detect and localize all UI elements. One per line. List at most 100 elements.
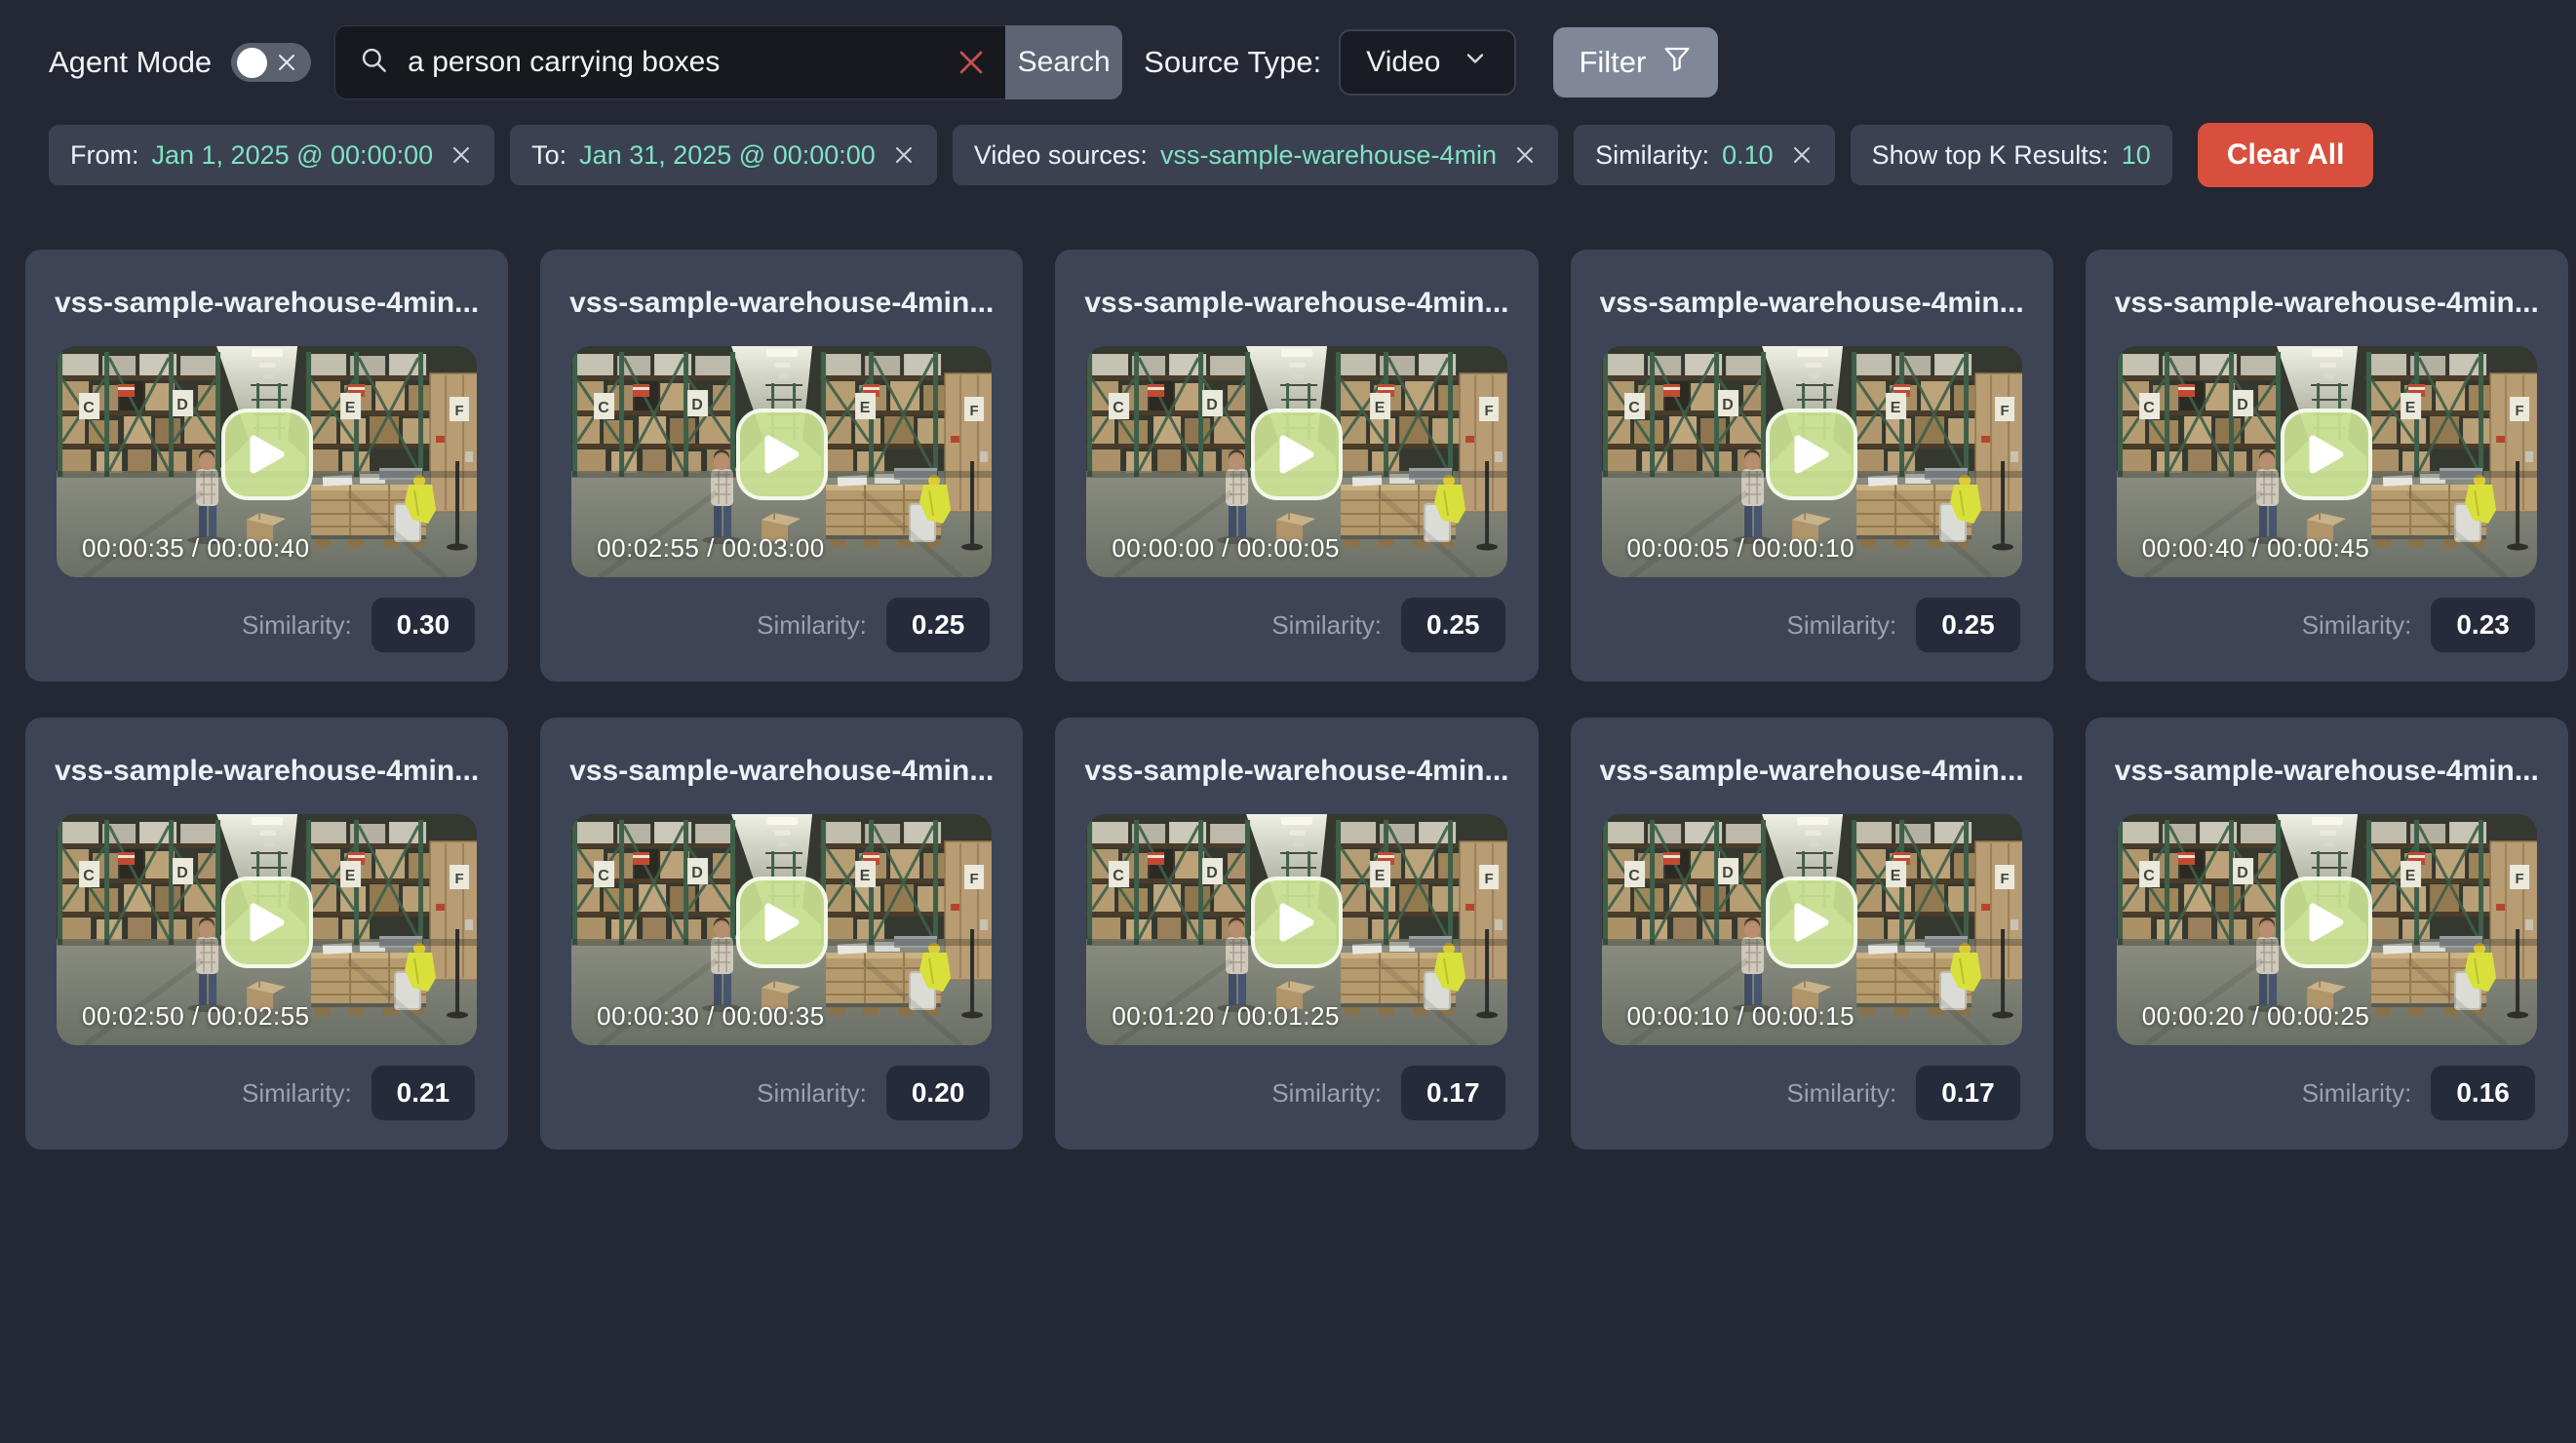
similarity-row: Similarity: 0.16 xyxy=(2302,1066,2535,1120)
timecode-overlay: 00:00:20 / 00:00:25 xyxy=(2142,1001,2370,1032)
similarity-row: Similarity: 0.21 xyxy=(242,1066,475,1120)
video-thumbnail[interactable]: 00:00:00 / 00:00:05 xyxy=(1086,346,1506,577)
play-icon xyxy=(2308,434,2345,475)
filter-chip: Similarity: 0.10 xyxy=(1574,125,1835,185)
play-button[interactable] xyxy=(736,409,828,500)
filter-chip-value: Jan 31, 2025 @ 00:00:00 xyxy=(579,140,876,171)
video-title: vss-sample-warehouse-4min... xyxy=(2115,286,2539,321)
video-thumbnail[interactable]: 00:00:30 / 00:00:35 xyxy=(571,814,992,1045)
search-input-box xyxy=(334,25,1005,99)
similarity-score-badge: 0.30 xyxy=(371,598,476,652)
video-result-card[interactable]: vss-sample-warehouse-4min... 00:00:00 / … xyxy=(1055,250,1538,682)
video-result-card[interactable]: vss-sample-warehouse-4min... 00:00:05 / … xyxy=(1571,250,2053,682)
similarity-label: Similarity: xyxy=(757,1078,867,1109)
similarity-score-badge: 0.25 xyxy=(1401,598,1505,652)
funnel-icon xyxy=(1661,43,1693,82)
video-title: vss-sample-warehouse-4min... xyxy=(569,754,994,789)
play-icon xyxy=(1793,434,1830,475)
similarity-row: Similarity: 0.30 xyxy=(242,598,475,652)
remove-filter-icon[interactable] xyxy=(449,143,473,167)
filter-chip-value: vss-sample-warehouse-4min xyxy=(1160,140,1497,171)
similarity-row: Similarity: 0.25 xyxy=(757,598,990,652)
play-button[interactable] xyxy=(1251,877,1343,968)
play-button[interactable] xyxy=(2281,877,2372,968)
video-thumbnail[interactable]: 00:00:05 / 00:00:10 xyxy=(1602,346,2022,577)
similarity-row: Similarity: 0.25 xyxy=(1271,598,1504,652)
remove-filter-icon[interactable] xyxy=(1790,143,1814,167)
clear-all-button[interactable]: Clear All xyxy=(2198,123,2374,187)
video-result-card[interactable]: vss-sample-warehouse-4min... 00:00:10 / … xyxy=(1571,718,2053,1150)
similarity-row: Similarity: 0.17 xyxy=(1271,1066,1504,1120)
video-result-card[interactable]: vss-sample-warehouse-4min... 00:00:30 / … xyxy=(540,718,1023,1150)
play-button[interactable] xyxy=(1251,409,1343,500)
search-button[interactable]: Search xyxy=(1005,25,1122,99)
filter-chip-label: Similarity: xyxy=(1595,140,1709,171)
similarity-score-badge: 0.20 xyxy=(886,1066,991,1120)
similarity-score-badge: 0.25 xyxy=(886,598,991,652)
similarity-row: Similarity: 0.20 xyxy=(757,1066,990,1120)
video-thumbnail[interactable]: 00:00:35 / 00:00:40 xyxy=(57,346,477,577)
play-icon xyxy=(1278,902,1315,943)
toggle-knob xyxy=(237,48,267,78)
play-button[interactable] xyxy=(1766,409,1857,500)
video-thumbnail[interactable]: 00:02:50 / 00:02:55 xyxy=(57,814,477,1045)
video-title: vss-sample-warehouse-4min... xyxy=(55,754,479,789)
timecode-overlay: 00:01:20 / 00:01:25 xyxy=(1112,1001,1340,1032)
filter-chip: To: Jan 31, 2025 @ 00:00:00 xyxy=(510,125,937,185)
filter-chip-value: 0.10 xyxy=(1722,140,1774,171)
clear-search-icon[interactable] xyxy=(956,48,986,77)
video-title: vss-sample-warehouse-4min... xyxy=(55,286,479,321)
similarity-label: Similarity: xyxy=(242,1078,352,1109)
video-thumbnail[interactable]: 00:01:20 / 00:01:25 xyxy=(1086,814,1506,1045)
play-icon xyxy=(2308,902,2345,943)
source-type-select[interactable]: Video xyxy=(1339,29,1516,96)
search-bar: Search xyxy=(334,25,1122,99)
search-input[interactable] xyxy=(408,46,939,79)
similarity-score-badge: 0.23 xyxy=(2431,598,2535,652)
video-title: vss-sample-warehouse-4min... xyxy=(569,286,994,321)
video-thumbnail[interactable]: 00:00:20 / 00:00:25 xyxy=(2117,814,2537,1045)
video-result-card[interactable]: vss-sample-warehouse-4min... 00:02:55 / … xyxy=(540,250,1023,682)
video-result-card[interactable]: vss-sample-warehouse-4min... 00:02:50 / … xyxy=(25,718,508,1150)
filter-button[interactable]: Filter xyxy=(1553,27,1718,98)
video-title: vss-sample-warehouse-4min... xyxy=(1084,286,1508,321)
similarity-row: Similarity: 0.25 xyxy=(1787,598,2020,652)
play-button[interactable] xyxy=(736,877,828,968)
similarity-score-badge: 0.17 xyxy=(1916,1066,2020,1120)
play-button[interactable] xyxy=(1766,877,1857,968)
play-button[interactable] xyxy=(221,877,313,968)
video-result-card[interactable]: vss-sample-warehouse-4min... 00:01:20 / … xyxy=(1055,718,1538,1150)
similarity-row: Similarity: 0.17 xyxy=(1787,1066,2020,1120)
play-icon xyxy=(763,902,800,943)
timecode-overlay: 00:02:55 / 00:03:00 xyxy=(597,533,825,564)
play-icon xyxy=(249,902,286,943)
video-thumbnail[interactable]: 00:00:40 / 00:00:45 xyxy=(2117,346,2537,577)
play-button[interactable] xyxy=(221,409,313,500)
results-grid: vss-sample-warehouse-4min... 00:00:35 / … xyxy=(0,250,2576,1150)
play-button[interactable] xyxy=(2281,409,2372,500)
similarity-label: Similarity: xyxy=(1271,1078,1382,1109)
video-result-card[interactable]: vss-sample-warehouse-4min... 00:00:35 / … xyxy=(25,250,508,682)
similarity-label: Similarity: xyxy=(757,610,867,641)
play-icon xyxy=(1278,434,1315,475)
similarity-label: Similarity: xyxy=(242,610,352,641)
similarity-label: Similarity: xyxy=(1787,610,1897,641)
similarity-row: Similarity: 0.23 xyxy=(2302,598,2535,652)
video-result-card[interactable]: vss-sample-warehouse-4min... 00:00:20 / … xyxy=(2086,718,2568,1150)
agent-mode-toggle[interactable] xyxy=(231,43,311,82)
video-title: vss-sample-warehouse-4min... xyxy=(1600,754,2024,789)
remove-filter-icon[interactable] xyxy=(892,143,916,167)
video-thumbnail[interactable]: 00:00:10 / 00:00:15 xyxy=(1602,814,2022,1045)
source-type-label: Source Type: xyxy=(1144,45,1321,80)
timecode-overlay: 00:02:50 / 00:02:55 xyxy=(82,1001,310,1032)
remove-filter-icon[interactable] xyxy=(1513,143,1537,167)
video-thumbnail[interactable]: 00:02:55 / 00:03:00 xyxy=(571,346,992,577)
similarity-score-badge: 0.21 xyxy=(371,1066,476,1120)
timecode-overlay: 00:00:10 / 00:00:15 xyxy=(1627,1001,1855,1032)
filter-button-label: Filter xyxy=(1579,45,1646,80)
filter-chip-label: From: xyxy=(70,140,139,171)
filter-chip-label: Show top K Results: xyxy=(1872,140,2109,171)
similarity-score-badge: 0.16 xyxy=(2431,1066,2535,1120)
video-result-card[interactable]: vss-sample-warehouse-4min... 00:00:40 / … xyxy=(2086,250,2568,682)
agent-mode-control: Agent Mode xyxy=(49,43,311,82)
